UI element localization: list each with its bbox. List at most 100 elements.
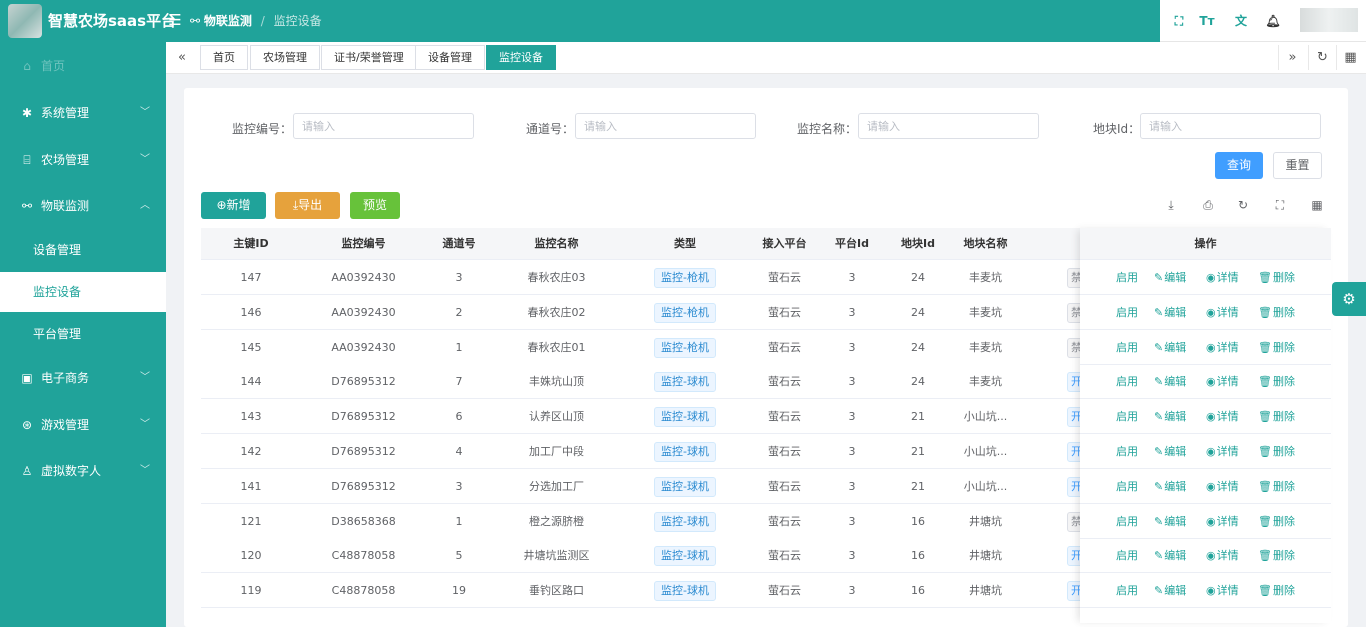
add-button[interactable]: ⊕新增 [201, 192, 266, 219]
fullscreen-icon[interactable]: ⛶ [1271, 196, 1289, 214]
cell-channel: 1 [455, 514, 463, 528]
binoculars-icon: ⚯ [190, 14, 201, 28]
edit-icon: ✎ [1154, 271, 1164, 284]
tab-cert[interactable]: 证书/荣誉管理 [321, 45, 417, 70]
sidebar-item-farm[interactable]: ⌸ 农场管理 ﹀ [0, 140, 166, 180]
sidebar-item-home[interactable]: ⌂ 首页 [0, 46, 166, 86]
tab-monitor[interactable]: 监控设备 [486, 45, 556, 70]
sidebar-subitem-device[interactable]: 设备管理 [0, 230, 166, 270]
preview-button[interactable]: 预览 [350, 192, 400, 219]
type-tag: 监控-球机 [654, 442, 716, 462]
detail-link[interactable]: ◉详情 [1206, 260, 1239, 295]
delete-link[interactable]: 🗑︎删除 [1258, 295, 1295, 330]
detail-link[interactable]: ◉详情 [1206, 504, 1239, 539]
detail-link[interactable]: ◉详情 [1206, 399, 1239, 434]
columns-icon[interactable]: ▦ [1308, 196, 1326, 214]
font-size-icon[interactable]: Tт [1198, 12, 1216, 30]
action-label: 详情 [1216, 549, 1239, 563]
type-tag: 监控-球机 [654, 407, 716, 428]
detail-link[interactable]: ◉详情 [1206, 538, 1239, 573]
sidebar-item-game[interactable]: ⊛ 游戏管理 ﹀ [0, 405, 166, 445]
query-button[interactable]: 查询 [1215, 152, 1263, 179]
edit-link[interactable]: ✎编辑 [1154, 469, 1186, 504]
col-header-actions: 操作 [1080, 228, 1331, 260]
delete-link[interactable]: 🗑︎删除 [1258, 504, 1295, 539]
settings-gear-icon[interactable]: ⚙ [1332, 282, 1366, 316]
edit-link[interactable]: ✎编辑 [1154, 399, 1186, 434]
enable-link[interactable]: 启用 [1116, 538, 1138, 573]
refresh-icon[interactable]: ↻ [1308, 45, 1336, 70]
cell-plot-name: 小山坑... [963, 445, 1008, 458]
grid-icon[interactable]: ▦ [1336, 45, 1364, 70]
enable-link[interactable]: 启用 [1116, 434, 1138, 469]
detail-link[interactable]: ◉详情 [1206, 295, 1239, 330]
delete-icon: 🗑︎ [1258, 305, 1272, 319]
enable-link[interactable]: 启用 [1116, 364, 1138, 399]
delete-link[interactable]: 🗑︎删除 [1258, 573, 1295, 608]
sidebar-item-iot[interactable]: ⚯ 物联监测 ︿ [0, 186, 166, 226]
edit-link[interactable]: ✎编辑 [1154, 295, 1186, 330]
tab-device[interactable]: 设备管理 [415, 45, 485, 70]
print-icon[interactable]: ⎙ [1199, 196, 1217, 214]
sidebar-item-system[interactable]: ✱ 系统管理 ﹀ [0, 93, 166, 133]
reset-button[interactable]: 重置 [1273, 152, 1322, 179]
cell-platform-id: 3 [848, 479, 856, 493]
download-icon[interactable]: ⤓ [1162, 196, 1180, 214]
edit-link[interactable]: ✎编辑 [1154, 364, 1186, 399]
col-header-code: 监控编号 [341, 237, 386, 250]
edit-link[interactable]: ✎编辑 [1154, 330, 1186, 365]
edit-link[interactable]: ✎编辑 [1154, 260, 1186, 295]
enable-link[interactable]: 启用 [1116, 295, 1138, 330]
delete-link[interactable]: 🗑︎删除 [1258, 434, 1295, 469]
detail-link[interactable]: ◉详情 [1206, 364, 1239, 399]
enable-link[interactable]: 启用 [1116, 330, 1138, 365]
delete-link[interactable]: 🗑︎删除 [1258, 364, 1295, 399]
tab-farm[interactable]: 农场管理 [250, 45, 320, 70]
cell-platform-id: 3 [848, 584, 856, 598]
user-avatar[interactable] [1300, 8, 1358, 32]
scroll-right-icon[interactable]: » [1278, 45, 1306, 70]
user-icon: ♙ [21, 464, 33, 478]
tab-home[interactable]: 首页 [200, 45, 248, 70]
plot-id-input[interactable] [1140, 113, 1321, 139]
scroll-left-icon[interactable]: « [168, 45, 196, 70]
cell-code: C48878058 [331, 584, 396, 598]
cell-plot-name: 丰麦坑 [969, 305, 1002, 319]
delete-link[interactable]: 🗑︎删除 [1258, 538, 1295, 573]
detail-link[interactable]: ◉详情 [1206, 434, 1239, 469]
sidebar-item-digital-human[interactable]: ♙ 虚拟数字人 ﹀ [0, 451, 166, 491]
edit-link[interactable]: ✎编辑 [1154, 573, 1186, 608]
action-label: 详情 [1216, 340, 1239, 354]
delete-link[interactable]: 🗑︎删除 [1258, 330, 1295, 365]
enable-link[interactable]: 启用 [1116, 573, 1138, 608]
menu-toggle-icon[interactable]: ☰ [168, 10, 182, 30]
translate-icon[interactable]: 文 [1232, 12, 1250, 30]
bell-icon[interactable]: 🔔︎ [1264, 12, 1282, 30]
enable-link[interactable]: 启用 [1116, 399, 1138, 434]
channel-input[interactable] [575, 113, 756, 139]
detail-link[interactable]: ◉详情 [1206, 469, 1239, 504]
delete-link[interactable]: 🗑︎删除 [1258, 399, 1295, 434]
refresh-icon[interactable]: ↻ [1234, 196, 1252, 214]
edit-link[interactable]: ✎编辑 [1154, 434, 1186, 469]
monitor-code-input[interactable] [293, 113, 474, 139]
sidebar-subitem-monitor[interactable]: 监控设备 [0, 272, 166, 312]
fullscreen-icon[interactable]: ⛶ [1170, 12, 1188, 30]
detail-link[interactable]: ◉详情 [1206, 573, 1239, 608]
enable-link[interactable]: 启用 [1116, 504, 1138, 539]
cell-name: 春秋农庄01 [527, 340, 586, 354]
breadcrumb-item[interactable]: 物联监测 [204, 14, 252, 28]
sidebar-item-ecommerce[interactable]: ▣ 电子商务 ﹀ [0, 358, 166, 398]
enable-link[interactable]: 启用 [1116, 260, 1138, 295]
delete-link[interactable]: 🗑︎删除 [1258, 260, 1295, 295]
monitor-name-input[interactable] [858, 113, 1039, 139]
edit-link[interactable]: ✎编辑 [1154, 504, 1186, 539]
cell-code: C48878058 [331, 549, 396, 563]
sidebar-subitem-platform[interactable]: 平台管理 [0, 314, 166, 354]
enable-link[interactable]: 启用 [1116, 469, 1138, 504]
edit-link[interactable]: ✎编辑 [1154, 538, 1186, 573]
detail-link[interactable]: ◉详情 [1206, 330, 1239, 365]
export-button[interactable]: ⤓导出 [275, 192, 340, 219]
delete-link[interactable]: 🗑︎删除 [1258, 469, 1295, 504]
detail-icon: ◉ [1206, 271, 1216, 284]
